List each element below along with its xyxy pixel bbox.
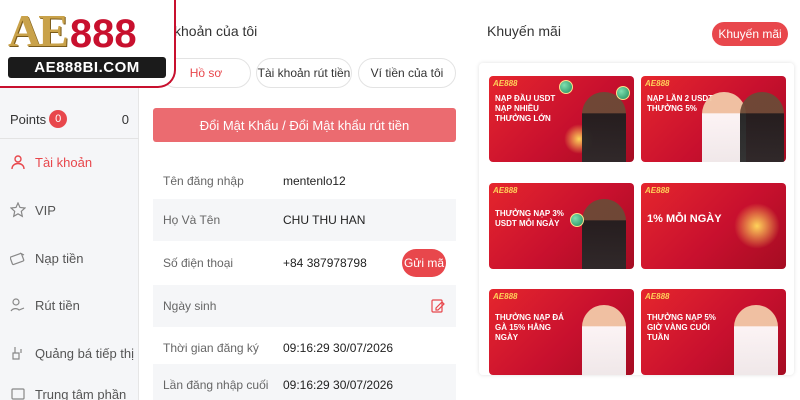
sidebar-item-label: Trung tâm phần <box>35 386 127 400</box>
field-value: 09:16:29 30/07/2026 <box>283 378 394 392</box>
card-text: 1% MỖI NGÀY <box>647 213 722 225</box>
info-row-birthday: Ngày sinh <box>153 285 456 327</box>
sidebar-item-vip[interactable]: VIP <box>0 195 139 225</box>
vip-star-icon <box>10 202 26 218</box>
user-icon <box>10 154 26 170</box>
card-text: THƯỞNG NẠP ĐÁ GÀ 15% HẰNG NGÀY <box>495 313 564 342</box>
promotions-button[interactable]: Khuyến mãi <box>712 22 788 46</box>
info-row-username: Tên đăng nhập mentenlo12 <box>153 160 456 202</box>
logo-mark: AE <box>8 5 69 56</box>
promo-card[interactable]: AE888 THƯỞNG NẠP 3% USDT MỖI NGÀY <box>489 183 634 269</box>
coin-icon <box>570 213 584 227</box>
send-code-button[interactable]: Gửi mã <box>402 249 446 277</box>
points-value: 0 <box>121 111 129 127</box>
tab-wallet[interactable]: Ví tiền của tôi <box>358 58 456 88</box>
promo-figure <box>734 305 778 375</box>
deposit-icon <box>10 250 26 266</box>
info-row-fullname: Họ Và Tên CHU THU HAN <box>153 199 456 241</box>
promo-card[interactable]: AE888 THƯỞNG NẠP 5% GIỜ VÀNG CUỐI TUẦN <box>641 289 786 375</box>
field-label: Tên đăng nhập <box>163 174 244 188</box>
sidebar-item-account[interactable]: Tài khoản <box>0 147 139 177</box>
field-value: CHU THU HAN <box>283 213 366 227</box>
promo-figure <box>582 199 626 269</box>
promo-card[interactable]: AE888 1% MỖI NGÀY <box>641 183 786 269</box>
sidebar-item-label: Nạp tiền <box>35 250 84 266</box>
sidebar-item-withdraw[interactable]: Rút tiền <box>0 290 139 320</box>
promotions-title: Khuyến mãi <box>487 23 561 39</box>
promo-figure <box>582 92 626 162</box>
card-brand: AE888 <box>645 292 670 301</box>
card-brand: AE888 <box>645 79 670 88</box>
card-text: THƯỞNG NẠP 3% USDT MỖI NGÀY <box>495 209 564 228</box>
coin-icon <box>616 86 630 100</box>
field-label: Lần đăng nhập cuối <box>163 378 269 392</box>
card-text: THƯỞNG NẠP 5% GIỜ VÀNG CUỐI TUẦN <box>647 313 716 342</box>
page-title: khoản của tôi <box>174 23 258 39</box>
field-label: Ngày sinh <box>163 299 217 313</box>
sidebar-item-deposit[interactable]: Nạp tiền <box>0 243 139 273</box>
sidebar-item-center[interactable]: Trung tâm phần <box>0 379 139 400</box>
promo-figure <box>582 305 626 375</box>
promo-card[interactable]: AE888 THƯỞNG NẠP ĐÁ GÀ 15% HẰNG NGÀY <box>489 289 634 375</box>
decor <box>734 203 780 249</box>
field-label: Thời gian đăng ký <box>163 341 259 355</box>
sidebar-item-label: Rút tiền <box>35 297 80 313</box>
coin-icon <box>559 80 573 94</box>
field-value: +84 387978798 <box>283 256 367 270</box>
brand-logo[interactable]: AE 888 AE888BI.COM <box>0 0 176 88</box>
field-label: Họ Và Tên <box>163 213 221 227</box>
promo-card[interactable]: AE888 NẠP LẦN 2 USDT THƯỞNG 5% <box>641 76 786 162</box>
sidebar-item-label: Quảng bá tiếp thị <box>35 345 135 361</box>
promotions-panel: AE888 NẠP ĐẦU USDT NẠP NHIỀU THƯỞNG LỚN … <box>479 63 794 375</box>
sidebar-item-marketing[interactable]: Quảng bá tiếp thị <box>0 338 139 368</box>
center-icon <box>10 386 26 400</box>
card-brand: AE888 <box>645 186 670 195</box>
edit-icon[interactable] <box>430 298 446 314</box>
card-brand: AE888 <box>493 186 518 195</box>
field-label: Số điện thoại <box>163 256 234 270</box>
logo-domain: AE888BI.COM <box>8 57 166 78</box>
promo-card[interactable]: AE888 NẠP ĐẦU USDT NẠP NHIỀU THƯỞNG LỚN <box>489 76 634 162</box>
info-row-last-login: Lần đăng nhập cuối 09:16:29 30/07/2026 <box>153 364 456 400</box>
logo-number: 888 <box>69 12 137 56</box>
change-password-button[interactable]: Đổi Mật Khẩu / Đổi Mật khẩu rút tiền <box>153 108 456 142</box>
sidebar-item-label: VIP <box>35 202 56 218</box>
points-row: Points 0 0 <box>0 104 139 134</box>
info-row-registered: Thời gian đăng ký 09:16:29 30/07/2026 <box>153 327 456 369</box>
tab-withdraw-account[interactable]: Tài khoản rút tiền <box>256 58 352 88</box>
card-text: NẠP ĐẦU USDT NẠP NHIỀU THƯỞNG LỚN <box>495 94 556 123</box>
sidebar-item-label: Tài khoản <box>35 154 93 170</box>
divider <box>0 138 139 139</box>
marketing-icon <box>10 345 26 361</box>
promo-figure <box>740 92 784 162</box>
field-value: 09:16:29 30/07/2026 <box>283 341 394 355</box>
points-label: Points <box>10 111 47 127</box>
card-brand: AE888 <box>493 292 518 301</box>
info-row-phone: Số điện thoại +84 387978798 Gửi mã <box>153 242 456 284</box>
field-value: mentenlo12 <box>283 174 346 188</box>
withdraw-icon <box>10 297 26 313</box>
card-brand: AE888 <box>493 79 518 88</box>
points-badge[interactable]: 0 <box>49 110 68 128</box>
